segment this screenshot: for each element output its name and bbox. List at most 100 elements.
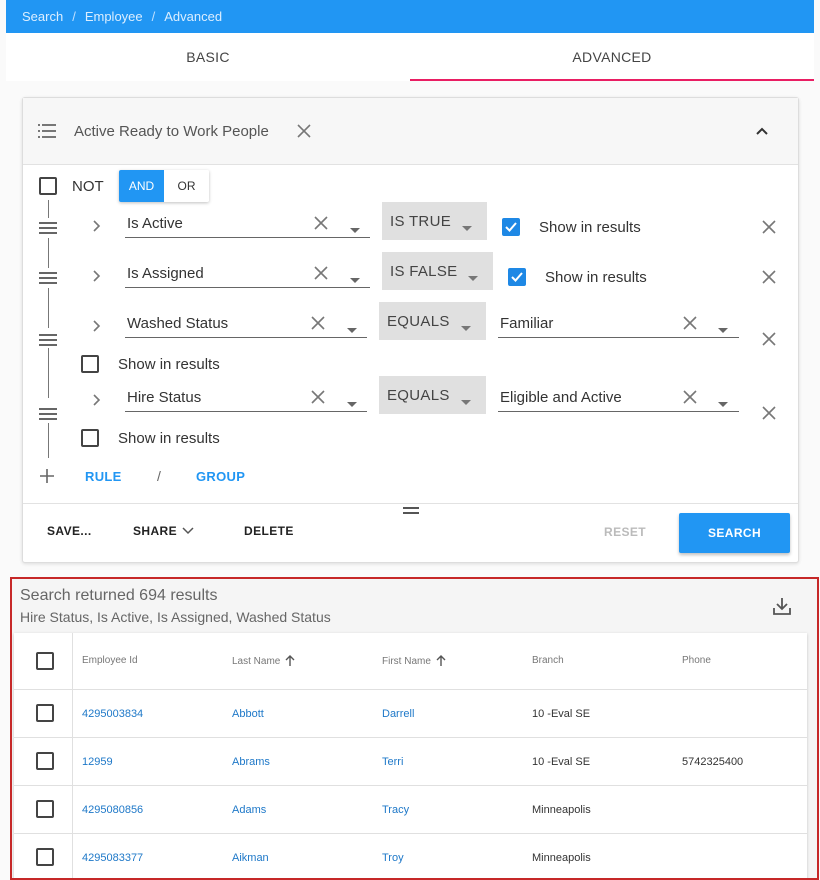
remove-rule-icon[interactable]: [761, 219, 777, 240]
show-in-results-checkbox[interactable]: [81, 429, 99, 447]
dropdown-caret-icon[interactable]: [349, 271, 361, 289]
row-checkbox[interactable]: [36, 752, 54, 770]
or-button[interactable]: OR: [164, 170, 209, 202]
rule-value-select[interactable]: Eligible and Active: [498, 386, 739, 412]
remove-rule-icon[interactable]: [761, 405, 777, 426]
clear-field-icon[interactable]: [313, 265, 329, 286]
clear-field-icon[interactable]: [310, 389, 326, 410]
dropdown-caret-icon[interactable]: [717, 395, 729, 413]
save-button[interactable]: SAVE...: [47, 524, 92, 538]
branch-cell: 10 -Eval SE: [532, 708, 591, 720]
first-name-link[interactable]: Tracy: [382, 804, 409, 816]
delete-button[interactable]: DELETE: [244, 524, 294, 538]
column-label: Last Name: [232, 655, 281, 667]
breadcrumb-employee[interactable]: Employee: [85, 9, 143, 24]
dropdown-caret-icon[interactable]: [349, 221, 361, 239]
rule-value-select[interactable]: Familiar: [498, 312, 739, 338]
employee-id-link[interactable]: 4295083377: [82, 852, 143, 864]
first-name-link[interactable]: Troy: [382, 852, 404, 864]
rule-operator-value: IS TRUE: [390, 213, 452, 230]
dropdown-caret-icon: [460, 319, 472, 336]
first-name-link[interactable]: Terri: [382, 756, 403, 768]
show-in-results-checkbox[interactable]: [81, 355, 99, 373]
rule-operator-select[interactable]: IS TRUE: [382, 202, 487, 240]
search-mode-tabs: BASIC ADVANCED: [6, 33, 814, 81]
clear-field-icon[interactable]: [313, 215, 329, 236]
query-name[interactable]: Active Ready to Work People: [74, 123, 269, 140]
column-header-last-name[interactable]: Last Name: [232, 655, 295, 667]
last-name-link[interactable]: Aikman: [232, 852, 269, 864]
row-checkbox[interactable]: [36, 800, 54, 818]
column-header-first-name[interactable]: First Name: [382, 655, 446, 667]
row-checkbox[interactable]: [36, 704, 54, 722]
sort-ascending-icon: [285, 655, 295, 666]
add-rule-link[interactable]: RULE: [85, 469, 122, 484]
search-button[interactable]: SEARCH: [679, 513, 790, 553]
and-button[interactable]: AND: [119, 170, 164, 202]
chevron-right-icon[interactable]: [91, 319, 103, 338]
row-checkbox[interactable]: [36, 848, 54, 866]
table-row[interactable]: 4295083377 Aikman Troy Minneapolis: [14, 834, 807, 878]
remove-rule-icon[interactable]: [761, 331, 777, 352]
rule-operator-value: EQUALS: [387, 313, 450, 330]
reset-button[interactable]: RESET: [604, 525, 646, 539]
table-row[interactable]: 4295003834 Abbott Darrell 10 -Eval SE: [14, 690, 807, 738]
list-icon: [38, 124, 56, 143]
table-header: Employee Id Last Name First Name Branch …: [14, 633, 807, 690]
tab-advanced[interactable]: ADVANCED: [410, 33, 814, 81]
column-label: Phone: [682, 655, 711, 666]
tab-basic[interactable]: BASIC: [6, 33, 410, 81]
query-actions: SAVE... SHARE DELETE RESET SEARCH: [23, 503, 798, 563]
rule-field-select[interactable]: Washed Status: [125, 312, 367, 338]
last-name-link[interactable]: Abbott: [232, 708, 264, 720]
chevron-right-icon[interactable]: [91, 269, 103, 288]
breadcrumb-search[interactable]: Search: [22, 9, 63, 24]
share-button[interactable]: SHARE: [133, 524, 194, 538]
column-header-phone[interactable]: Phone: [682, 655, 711, 666]
employee-id-link[interactable]: 12959: [82, 756, 113, 768]
clear-value-icon[interactable]: [682, 315, 698, 336]
drag-handle-icon[interactable]: [39, 334, 57, 349]
dropdown-caret-icon[interactable]: [346, 395, 358, 413]
sort-ascending-icon: [436, 655, 446, 666]
rule-field-select[interactable]: Is Active: [125, 212, 370, 238]
drag-handle-icon[interactable]: [39, 222, 57, 237]
chevron-right-icon[interactable]: [91, 393, 103, 412]
rule-operator-select[interactable]: IS FALSE: [382, 252, 493, 290]
drag-handle-icon[interactable]: [39, 272, 57, 287]
employee-id-link[interactable]: 4295003834: [82, 708, 143, 720]
select-all-checkbox[interactable]: [36, 652, 54, 670]
clear-query-icon[interactable]: [296, 123, 312, 144]
download-icon[interactable]: [772, 596, 792, 621]
chevron-up-icon[interactable]: [753, 122, 771, 145]
plus-icon[interactable]: [40, 469, 54, 488]
not-checkbox[interactable]: [39, 177, 57, 195]
dropdown-caret-icon[interactable]: [717, 321, 729, 339]
table-row[interactable]: 12959 Abrams Terri 10 -Eval SE 574232540…: [14, 738, 807, 786]
show-in-results-checkbox[interactable]: [508, 268, 526, 286]
rule-operator-select[interactable]: EQUALS: [379, 376, 486, 414]
dropdown-caret-icon: [467, 269, 479, 286]
show-in-results-label: Show in results: [545, 269, 647, 286]
column-header-branch[interactable]: Branch: [532, 655, 564, 666]
rule-operator-select[interactable]: EQUALS: [379, 302, 486, 340]
add-group-link[interactable]: GROUP: [196, 469, 245, 484]
rule-field-select[interactable]: Hire Status: [125, 386, 367, 412]
clear-value-icon[interactable]: [682, 389, 698, 410]
clear-field-icon[interactable]: [310, 315, 326, 336]
show-in-results-checkbox[interactable]: [502, 218, 520, 236]
drag-handle-icon[interactable]: [39, 408, 57, 423]
table-row[interactable]: 4295080856 Adams Tracy Minneapolis: [14, 786, 807, 834]
tree-connector: [48, 200, 49, 218]
dropdown-caret-icon: [461, 219, 473, 236]
column-header-employee-id[interactable]: Employee Id: [82, 655, 138, 666]
remove-rule-icon[interactable]: [761, 269, 777, 290]
employee-id-link[interactable]: 4295080856: [82, 804, 143, 816]
last-name-link[interactable]: Abrams: [232, 756, 270, 768]
last-name-link[interactable]: Adams: [232, 804, 266, 816]
rule-field-select[interactable]: Is Assigned: [125, 262, 370, 288]
chevron-right-icon[interactable]: [91, 219, 103, 238]
branch-cell: Minneapolis: [532, 852, 591, 864]
first-name-link[interactable]: Darrell: [382, 708, 414, 720]
dropdown-caret-icon[interactable]: [346, 321, 358, 339]
